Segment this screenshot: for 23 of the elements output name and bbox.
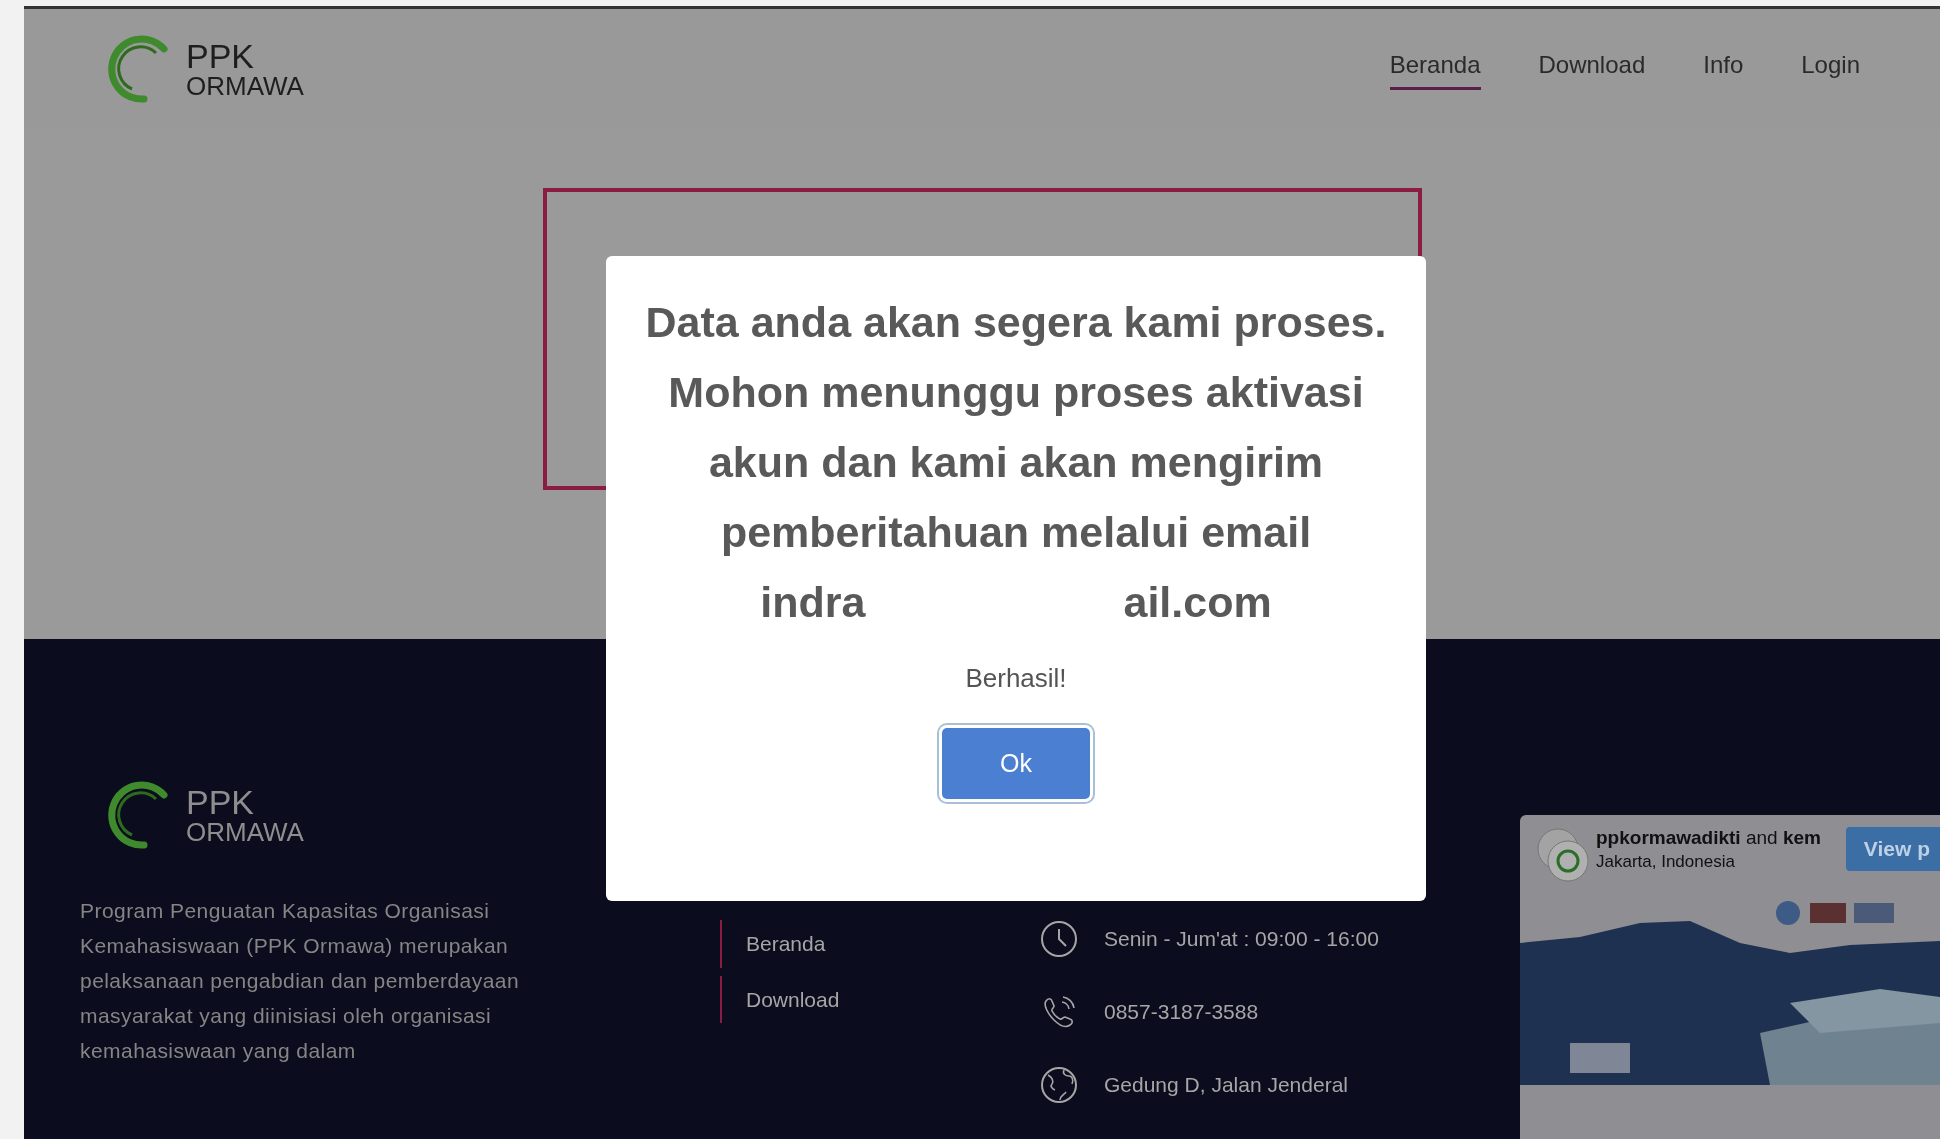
nav-link[interactable]: Download	[1538, 47, 1646, 91]
dialog-message: Berhasil!	[965, 662, 1067, 695]
logo-text: ORMAWA	[186, 819, 304, 845]
nav-link[interactable]: Info	[1703, 47, 1744, 91]
nav-link[interactable]: Beranda	[1389, 47, 1481, 91]
avatar-icon	[1536, 827, 1592, 883]
logo-text: ORMAWA	[186, 72, 304, 99]
nav-link[interactable]: Login	[1801, 47, 1860, 91]
email-text: ail.com	[1123, 577, 1272, 628]
account-names: ppkormawadikti and kem	[1596, 827, 1821, 849]
view-profile-button[interactable]: View p	[1845, 827, 1940, 871]
contact-text: Gedung D, Jalan Jenderal	[1104, 1072, 1348, 1099]
clock-icon	[1040, 920, 1078, 958]
contact-text: Senin - Jum'at : 09:00 - 16:00	[1104, 926, 1379, 953]
footer-description: Program Penguatan Kapasitas Organisasi Kemahasiswaan (PPK Ormawa) merupakan pelaksanaan pengabdian dan pemberdayaan masyarakat yang diinisiasi oleh organisasi kemahasiswaan yang dalam	[80, 898, 521, 1064]
contact-text: 0857-3187-3588	[1104, 999, 1259, 1026]
footer-link[interactable]: Beranda	[720, 920, 1040, 968]
logo-text: PPK	[186, 38, 256, 73]
email-text: indra	[760, 577, 866, 628]
location-text: Jakarta, Indonesia	[1596, 850, 1736, 873]
globe-icon	[1040, 1066, 1078, 1104]
footer-link[interactable]: Download	[720, 975, 1040, 1023]
logo-text: PPK	[186, 785, 256, 819]
